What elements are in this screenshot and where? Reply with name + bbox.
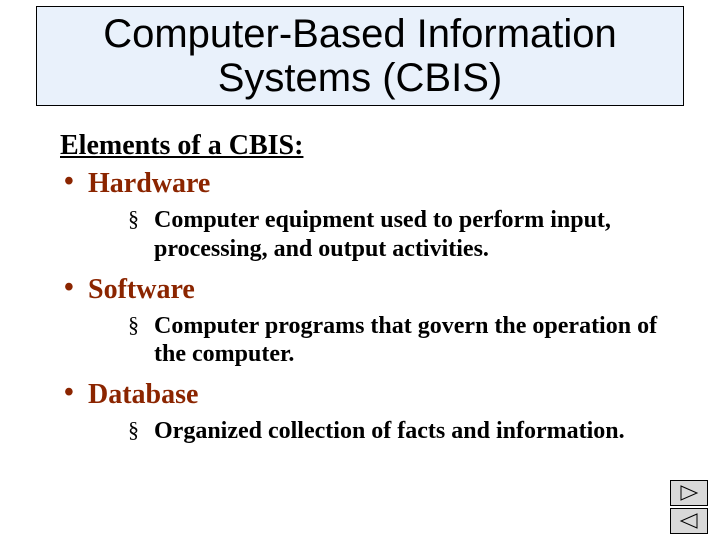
triangle-left-icon — [679, 513, 699, 529]
item-label: Database — [88, 379, 198, 410]
section-heading: Elements of a CBIS: — [60, 130, 660, 162]
nav-buttons — [670, 480, 708, 534]
slide-title: Computer-Based Information Systems (CBIS… — [36, 6, 684, 106]
list-item-software: Software Computer programs that govern t… — [60, 274, 660, 370]
triangle-right-icon — [679, 485, 699, 501]
list-item-database: Database Organized collection of facts a… — [60, 379, 660, 446]
slide: Computer-Based Information Systems (CBIS… — [0, 0, 720, 540]
item-desc: Organized collection of facts and inform… — [128, 417, 660, 446]
next-button[interactable] — [670, 480, 708, 506]
content-area: Elements of a CBIS: Hardware Computer eq… — [60, 130, 660, 456]
item-label: Software — [88, 274, 195, 305]
item-desc: Computer equipment used to perform input… — [128, 206, 660, 264]
item-label: Hardware — [88, 168, 210, 199]
list-item-hardware: Hardware Computer equipment used to perf… — [60, 168, 660, 264]
item-desc: Computer programs that govern the operat… — [128, 312, 660, 370]
prev-button[interactable] — [670, 508, 708, 534]
elements-list: Hardware Computer equipment used to perf… — [60, 168, 660, 446]
